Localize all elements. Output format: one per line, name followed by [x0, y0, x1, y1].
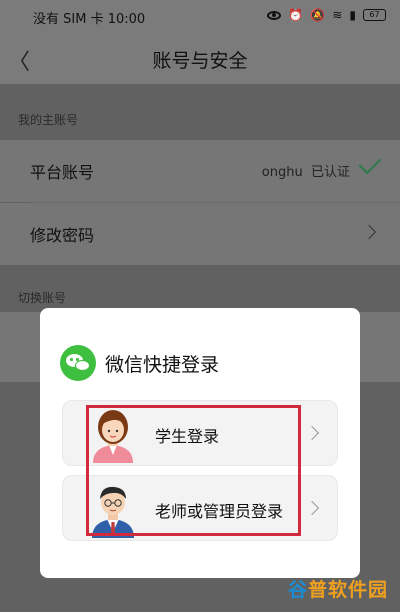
change-password-label: 修改密码 — [30, 226, 95, 245]
chevron-right-icon — [361, 224, 377, 240]
verified-check-icon — [358, 151, 382, 175]
watermark-logo: 谷普软件园 — [288, 575, 388, 602]
switch-account-section-label: 切换账号 — [18, 291, 67, 305]
change-password-row[interactable]: 修改密码 — [0, 203, 400, 265]
alarm-icon: ⏰ — [288, 8, 304, 22]
watermark-part1: 谷 — [287, 579, 308, 601]
verified-status: 已认证 — [310, 165, 350, 180]
platform-account-value: onghu 已认证 — [262, 161, 350, 180]
carrier-label: 没有 SIM 卡 — [33, 12, 104, 27]
navigation-header: 〈 账号与安全 — [0, 32, 400, 84]
highlight-annotation — [86, 405, 301, 536]
clock: 10:00 — [107, 12, 146, 27]
mute-icon: 🔕 — [310, 8, 326, 22]
battery-icon: 67 — [363, 9, 386, 21]
charging-icon: ▮ — [349, 8, 356, 22]
chevron-right-icon — [304, 500, 320, 516]
main-account-section-label: 我的主账号 — [18, 113, 79, 127]
status-bar: 没有 SIM 卡 10:00 ⏰ 🔕 ≋ ▮ 67 — [0, 0, 400, 32]
platform-account-label: 平台账号 — [30, 163, 95, 182]
wechat-logo-icon — [60, 345, 96, 381]
account-name: onghu — [261, 165, 303, 180]
page-title: 账号与安全 — [152, 50, 248, 72]
wifi-icon: ≋ — [332, 8, 343, 22]
watermark-part2: 普软件园 — [307, 579, 388, 601]
dialog-title: 微信快捷登录 — [105, 354, 220, 376]
platform-account-row[interactable]: 平台账号 onghu 已认证 — [0, 140, 400, 202]
carrier-time: 没有 SIM 卡 10:00 — [33, 8, 145, 27]
chevron-right-icon — [304, 425, 320, 441]
eye-comfort-icon — [267, 10, 282, 20]
status-icons: ⏰ 🔕 ≋ ▮ 67 — [267, 8, 386, 22]
